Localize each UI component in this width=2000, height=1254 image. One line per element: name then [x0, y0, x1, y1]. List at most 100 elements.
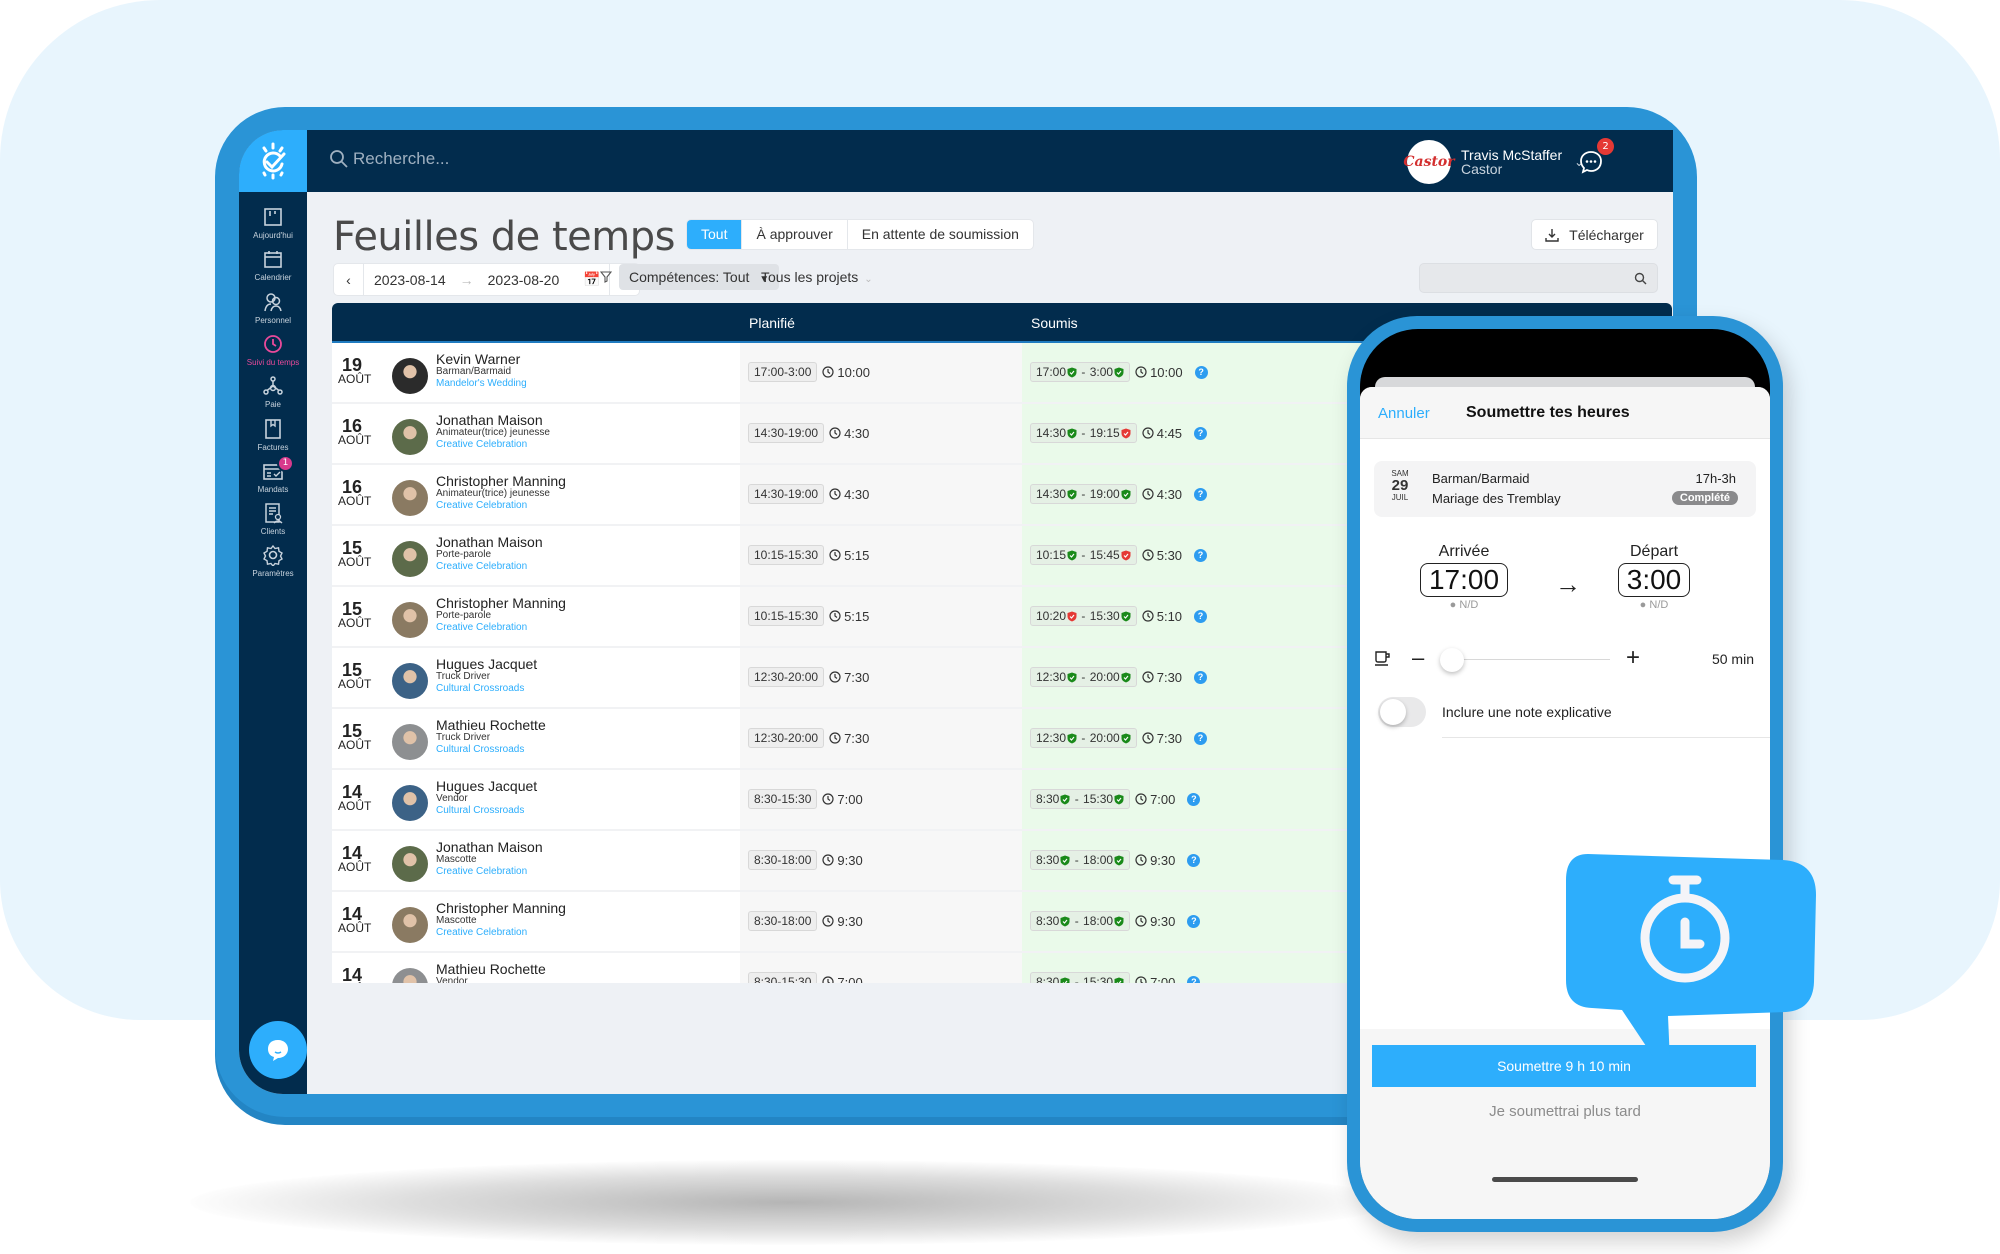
help-icon[interactable]: ? [1187, 975, 1201, 983]
submitted-time-range[interactable]: 10:15 - 15:45 [1030, 545, 1137, 565]
date-from-input[interactable]: 2023-08-14 [364, 272, 456, 288]
submitted-duration-value: 9:30 [1150, 852, 1176, 868]
planned-duration: 9:30 [822, 914, 863, 929]
notification-badge: 1 [277, 454, 294, 472]
employee-name[interactable]: Mathieu Rochette [436, 962, 546, 976]
planned-duration: 7:00 [822, 792, 863, 807]
help-icon[interactable]: ? [1194, 365, 1208, 379]
help-icon[interactable]: ? [1194, 548, 1208, 562]
submitted-time-range[interactable]: 8:30 - 18:00 [1030, 850, 1131, 870]
row-month: AOÛT [338, 921, 372, 935]
submitted-duration-value: 7:30 [1156, 730, 1183, 746]
user-menu[interactable]: Castor Travis McStaffer Castor ⌄ [1403, 140, 1584, 184]
arrival-time-input[interactable]: 17:00 [1419, 563, 1509, 597]
help-icon[interactable]: ? [1187, 792, 1201, 806]
row-day: 14 [341, 843, 363, 863]
employee-name[interactable]: Jonathan Maison [436, 413, 550, 427]
submitted-time-range[interactable]: 12:30 - 20:00 [1030, 667, 1137, 687]
break-decrease-button[interactable]: – [1412, 645, 1424, 671]
employee-name[interactable]: Christopher Manning [436, 474, 566, 488]
table-search-input[interactable] [1419, 263, 1658, 293]
help-icon[interactable]: ? [1194, 609, 1208, 623]
project-link[interactable]: Cultural Crossroads [436, 743, 546, 756]
submitted-time-range[interactable]: 8:30 - 15:30 [1030, 972, 1131, 983]
break-increase-button[interactable]: + [1626, 644, 1640, 672]
row-month: AOÛT [338, 799, 372, 813]
note-toggle-row: Inclure une note explicative [1378, 697, 1770, 738]
departure-time-input[interactable]: 3:00 [1617, 563, 1691, 597]
project-link[interactable]: Creative Celebration [436, 438, 550, 451]
help-icon[interactable]: ? [1194, 426, 1208, 440]
skills-filter-dropdown[interactable]: Compétences: Tout ▼ [619, 264, 780, 290]
submit-later-link[interactable]: Je soumettrai plus tard [1360, 1103, 1770, 1120]
project-link[interactable]: Creative Celebration [436, 621, 566, 634]
project-link[interactable]: Cultural Crossroads [436, 682, 537, 695]
clock-icon [1135, 976, 1147, 983]
prev-week-button[interactable]: ‹ [334, 264, 364, 295]
avatar [392, 419, 428, 455]
project-link[interactable]: Mandelor's Wedding [436, 377, 527, 390]
employee-name[interactable]: Hugues Jacquet [436, 657, 537, 671]
submitted-duration: 7:00 [1135, 975, 1175, 983]
range-separator: - [1078, 731, 1089, 745]
shield-ok-icon [1067, 428, 1077, 438]
planned-shift: 10:15-15:30 5:15 [748, 545, 869, 565]
download-button[interactable]: Télécharger [1531, 219, 1658, 250]
help-icon[interactable]: ? [1187, 853, 1201, 867]
help-icon[interactable]: ? [1194, 670, 1208, 684]
break-slider[interactable] [1442, 659, 1610, 660]
help-icon[interactable]: ? [1194, 731, 1208, 745]
cancel-button[interactable]: Annuler [1378, 405, 1430, 422]
project-link[interactable]: Creative Celebration [436, 865, 543, 878]
submitted-time-range[interactable]: 8:30 - 15:30 [1030, 789, 1131, 809]
global-search[interactable]: Recherche... [329, 149, 449, 169]
row-day: 14 [341, 782, 363, 802]
tab-to-approve[interactable]: À approuver [741, 220, 846, 249]
employee-name[interactable]: Christopher Manning [436, 596, 566, 610]
avatar [392, 785, 428, 821]
chat-support-button[interactable] [249, 1021, 307, 1079]
break-slider-thumb[interactable] [1440, 648, 1465, 672]
project-link[interactable]: Creative Celebration [436, 560, 543, 573]
sidebar-item-paramètres[interactable]: Paramètres [239, 544, 307, 598]
break-control: – + 50 min [1374, 644, 1756, 675]
search-icon [330, 150, 348, 168]
planned-duration-value: 4:30 [844, 486, 870, 502]
employee-name[interactable]: Hugues Jacquet [436, 779, 537, 793]
submitted-time-range[interactable]: 17:00 - 3:00 [1030, 362, 1131, 382]
filter-icon[interactable] [600, 271, 612, 283]
employee-name[interactable]: Mathieu Rochette [436, 718, 546, 732]
help-icon[interactable]: ? [1187, 914, 1201, 928]
submitted-end: 19:00 [1089, 487, 1120, 501]
date-to-input[interactable]: 2023-08-20 [478, 272, 570, 288]
submitted-time-range[interactable]: 8:30 - 18:00 [1030, 911, 1131, 931]
avatar [392, 480, 428, 516]
project-link[interactable]: Cultural Crossroads [436, 804, 537, 817]
avatar [392, 541, 428, 577]
employee-name[interactable]: Kevin Warner [436, 352, 527, 366]
note-toggle[interactable] [1378, 697, 1426, 727]
submitted-time-range[interactable]: 14:30 - 19:15 [1030, 423, 1137, 443]
projects-filter-dropdown[interactable]: Tous les projets ⌄ [761, 264, 873, 290]
download-label: Télécharger [1569, 226, 1644, 243]
row-day: 19 [341, 355, 363, 375]
date-range-picker: ‹ 2023-08-14 → 2023-08-20 📅 › [333, 263, 640, 296]
project-link[interactable]: Creative Celebration [436, 926, 566, 939]
submitted-time-range[interactable]: 10:20 - 15:30 [1030, 606, 1137, 626]
tab-all[interactable]: Tout [687, 220, 742, 249]
submitted-duration-value: 9:30 [1150, 913, 1176, 929]
submitted-time-range[interactable]: 14:30 - 19:00 [1030, 484, 1137, 504]
employee-name[interactable]: Jonathan Maison [436, 840, 543, 854]
planned-shift: 8:30-18:00 9:30 [748, 850, 863, 870]
app-logo[interactable] [239, 130, 307, 192]
help-icon[interactable]: ? [1194, 487, 1208, 501]
employee-info: Jonathan Maison Porte-parole Creative Ce… [436, 535, 543, 573]
submitted-time-range[interactable]: 12:30 - 20:00 [1030, 728, 1137, 748]
sidebar-item-label: Clients [260, 527, 286, 537]
project-link[interactable]: Creative Celebration [436, 499, 566, 512]
sidebar-item-label: Personnel [254, 315, 292, 325]
row-month: AOÛT [338, 860, 372, 874]
employee-name[interactable]: Jonathan Maison [436, 535, 543, 549]
tab-pending-submission[interactable]: En attente de soumission [846, 220, 1033, 249]
employee-name[interactable]: Christopher Manning [436, 901, 566, 915]
